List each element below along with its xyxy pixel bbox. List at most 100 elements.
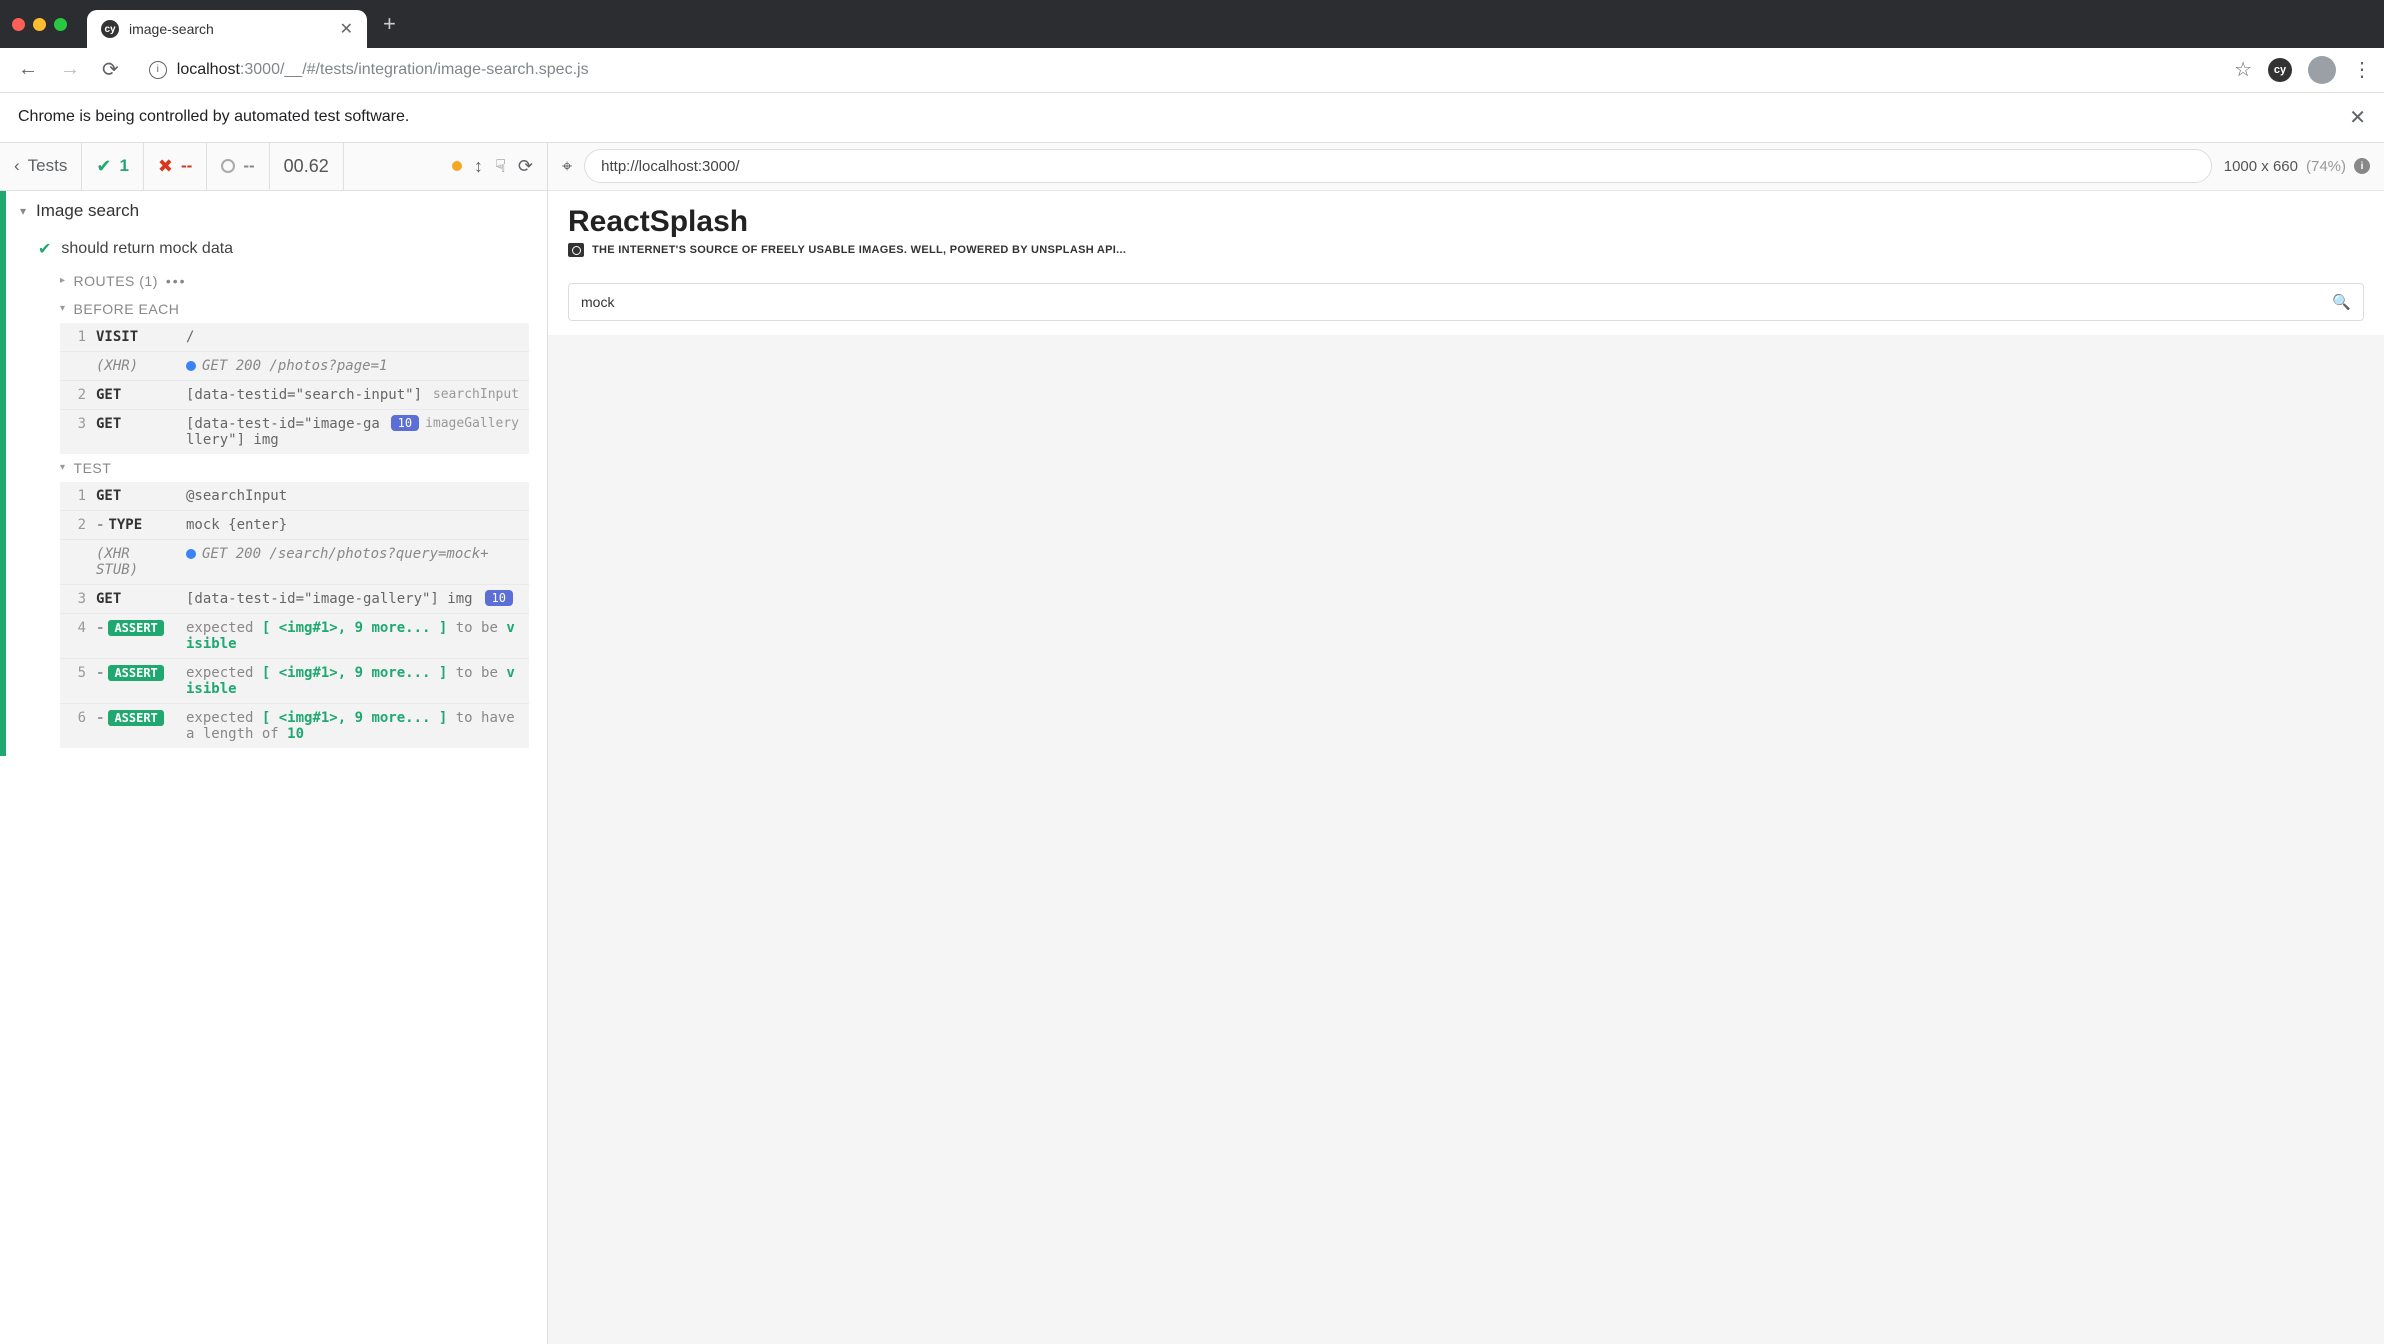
caret-right-icon: ▸ [60,275,66,286]
banner-text: Chrome is being controlled by automated … [18,108,409,126]
before-each-label: BEFORE EACH [74,301,180,317]
bookmark-star-icon[interactable]: ☆ [2234,57,2252,82]
command-number: 2 [70,387,86,403]
duration: 00.62 [270,143,344,190]
close-window-icon[interactable] [12,18,25,31]
command-number: 6 [70,710,86,726]
selector-playground-icon[interactable]: ⌖ [562,156,572,177]
banner-close-icon[interactable]: ✕ [2349,105,2366,130]
count-badge: 10 [485,590,513,606]
command-number: 2 [70,517,86,533]
suite-header[interactable]: ▾ Image search [6,191,547,231]
app-tagline: THE INTERNET'S SOURCE OF FREELY USABLE I… [568,243,2364,257]
reload-button[interactable]: ⟳ [96,53,125,86]
routes-hook[interactable]: ▸ ROUTES (1) ••• [60,267,547,295]
minimize-window-icon[interactable] [33,18,46,31]
cypress-favicon-icon: cy [101,20,119,38]
command-row[interactable]: 3GET[data-test-id="image-gallery"] img10 [60,585,529,614]
command-message: mock {enter} [186,517,519,533]
command-row[interactable]: (XHR STUB)GET 200 /search/photos?query=m… [60,540,529,585]
command-name: GET [96,416,176,432]
command-message: [data-test-id="image-gallery"] img [186,416,381,448]
browser-menu-icon[interactable]: ⋮ [2352,57,2372,82]
command-name: GET [96,591,176,607]
test-commands: 1GET@searchInput 2 -TYPE mock {enter} (XHR S… [60,482,529,748]
x-icon: ✖ [158,156,173,177]
profile-avatar-icon[interactable] [2308,56,2336,84]
test-title: should return mock data [61,240,233,258]
command-name: (XHR) [96,358,176,374]
cursor-icon[interactable]: ☟ [495,156,506,177]
chevron-left-icon: ‹ [14,156,20,176]
command-name: GET [96,387,176,403]
routes-label: ROUTES (1) [74,273,158,289]
restart-icon[interactable]: ⟳ [518,156,533,177]
test-hook-label: TEST [74,460,112,476]
viewport-info[interactable]: 1000 x 660 (74%) i [2224,158,2370,175]
reporter-panel: ‹ Tests ✔ 1 ✖ -- -- 00.62 ↕ ☟ ⟳ [0,143,548,1344]
command-message: [data-testid="search-input"] [186,387,423,403]
command-row[interactable]: 2 GET [data-testid="search-input"] searchIn… [60,381,529,410]
url-text: localhost:3000/__/#/tests/integration/im… [177,61,589,79]
xhr-dot-icon [186,361,196,371]
back-button[interactable]: ← [12,54,44,85]
status-dot-icon [452,161,462,171]
tab-close-icon[interactable]: ✕ [340,19,353,39]
xhr-dot-icon [186,549,196,559]
browser-tab[interactable]: cy image-search ✕ [87,10,367,48]
automation-banner: Chrome is being controlled by automated … [0,93,2384,143]
command-row[interactable]: 1 VISIT / [60,323,529,352]
assert-badge: ASSERT [108,710,163,726]
command-row[interactable]: 2 -TYPE mock {enter} [60,511,529,540]
assert-badge: ASSERT [108,620,163,636]
command-number: 1 [70,329,86,345]
info-icon[interactable]: i [2354,158,2370,174]
command-number: 5 [70,665,86,681]
site-info-icon[interactable]: i [149,61,167,79]
command-name: -ASSERT [96,665,176,681]
search-input[interactable] [581,294,2332,310]
aut-iframe: ReactSplash THE INTERNET'S SOURCE OF FRE… [548,191,2384,335]
suite-title: Image search [36,201,139,221]
search-icon[interactable]: 🔍 [2332,293,2351,311]
command-row[interactable]: 1GET@searchInput [60,482,529,511]
command-name: VISIT [96,329,176,345]
command-row[interactable]: 3 GET [data-test-id="image-gallery"] img 10… [60,410,529,454]
maximize-window-icon[interactable] [54,18,67,31]
command-name: (XHR STUB) [96,546,176,578]
command-row[interactable]: 6-ASSERTexpected [ <img#1>, 9 more... ] … [60,704,529,748]
command-message: / [186,329,519,345]
test-header[interactable]: ✔ should return mock data [6,231,547,267]
command-name: -TYPE [96,517,176,533]
chevron-down-icon: ▾ [60,303,66,314]
command-number: 4 [70,620,86,636]
tests-back-button[interactable]: ‹ Tests [0,143,82,190]
suite-block: ▾ Image search ✔ should return mock data… [0,191,547,756]
command-row[interactable]: 4-ASSERTexpected [ <img#1>, 9 more... ] … [60,614,529,659]
pending-value: -- [243,156,254,176]
test-hook[interactable]: ▾ TEST [60,454,547,482]
chevron-down-icon: ▾ [60,462,66,473]
address-bar[interactable]: i localhost:3000/__/#/tests/integration/… [135,53,2224,87]
window-controls [12,18,67,31]
forward-button[interactable]: → [54,54,86,85]
cypress-extension-icon[interactable]: cy [2268,58,2292,82]
browser-chrome: cy image-search ✕ + [0,0,2384,48]
browser-toolbar: ← → ⟳ i localhost:3000/__/#/tests/integr… [0,48,2384,93]
search-box[interactable]: 🔍 [568,283,2364,321]
command-alias: searchInput [433,387,519,402]
command-row[interactable]: (XHR) GET 200 /photos?page=1 [60,352,529,381]
count-badge: 10 [391,415,419,431]
aut-url-bar[interactable]: http://localhost:3000/ [584,149,2212,183]
aut-panel: ⌖ http://localhost:3000/ 1000 x 660 (74%… [548,143,2384,1344]
command-message: GET 200 /photos?page=1 [186,358,519,374]
passed-value: 1 [119,156,128,176]
before-each-hook[interactable]: ▾ BEFORE EACH [60,295,547,323]
command-alias: 10 [485,591,519,606]
resize-icon[interactable]: ↕ [474,156,483,177]
new-tab-button[interactable]: + [383,11,396,37]
command-row[interactable]: 5-ASSERTexpected [ <img#1>, 9 more... ] … [60,659,529,704]
viewport-size: 1000 x 660 [2224,158,2298,175]
tagline-text: THE INTERNET'S SOURCE OF FREELY USABLE I… [592,244,1126,256]
command-number: 3 [70,416,86,432]
